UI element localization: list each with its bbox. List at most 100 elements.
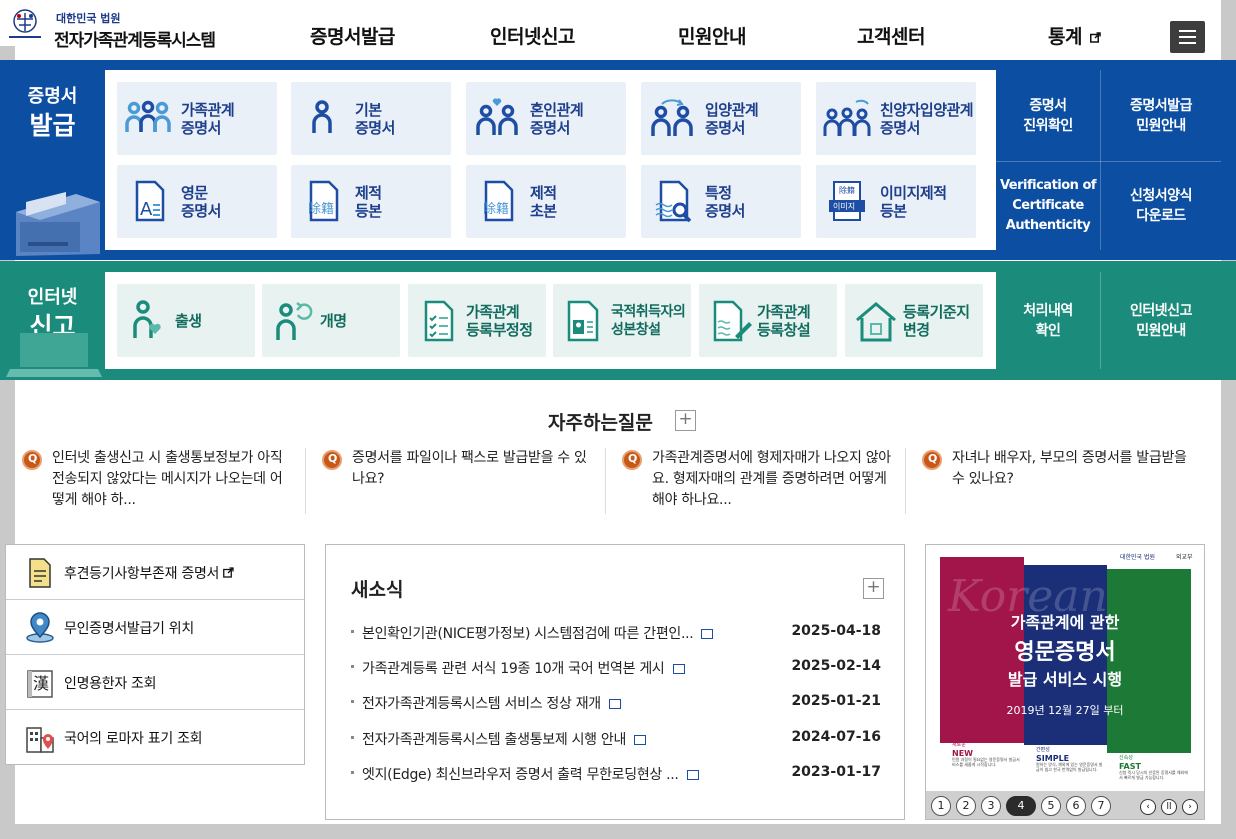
court-logo-icon[interactable] bbox=[3, 7, 47, 41]
faq-q-text: Q bbox=[628, 452, 638, 465]
faq-q-icon: Q bbox=[922, 450, 942, 470]
faq-item[interactable]: Q 가족관계증명서에 형제자매가 나오지 않아요. 형제자매의 관계를 증명하려… bbox=[622, 448, 912, 516]
page-dot[interactable]: 2 bbox=[956, 796, 976, 816]
tile-adoption-cert[interactable]: 입양관계 증명서 bbox=[641, 82, 801, 155]
tile-full-adoption-cert[interactable]: 친양자입양관계 증명서 bbox=[816, 82, 976, 155]
quick-link-text: 후견등기사항부존재 증명서 bbox=[64, 566, 220, 582]
side-line2: 민원안내 bbox=[1136, 322, 1186, 339]
tile-register-creation[interactable]: 가족관계 등록창설 bbox=[699, 284, 837, 357]
printer-icon bbox=[16, 192, 100, 256]
bullet bbox=[351, 771, 354, 774]
page-dot[interactable]: 1 bbox=[931, 796, 951, 816]
nav-label: 증명서발급 bbox=[310, 26, 395, 48]
tile-label: 영문 증명서 bbox=[181, 165, 221, 238]
person-icon bbox=[312, 100, 332, 133]
doc-search-icon bbox=[655, 180, 692, 223]
news-item[interactable]: 본인확인기관(NICE평가정보) 시스템점검에 따른 간편인... 2025-0… bbox=[351, 621, 881, 645]
next-icon[interactable]: › bbox=[1182, 799, 1198, 815]
tile-image-register-copy[interactable]: 除籍 이미지 이미지제적 등본 bbox=[816, 165, 976, 238]
side-line3: Authenticity bbox=[1005, 218, 1091, 233]
faq-item[interactable]: Q 증명서를 파일이나 팩스로 발급받을 수 있나요? bbox=[322, 448, 612, 516]
tile-line2: 증명서 bbox=[181, 118, 221, 137]
news-item[interactable]: 엣지(Edge) 최신브라우저 증명서 출력 무한로딩현상 ... 2023-0… bbox=[351, 762, 881, 786]
quick-link-guardianship[interactable]: 후견등기사항부존재 증명서 bbox=[6, 545, 304, 600]
cert-guide-button[interactable]: 증명서발급 민원안내 bbox=[1101, 70, 1221, 161]
news-title-text: 전자가족관계등록시스템 서비스 정상 재개 bbox=[362, 696, 601, 712]
document-icon bbox=[634, 735, 647, 745]
verify-cert-button[interactable]: 증명서 진위확인 bbox=[996, 70, 1100, 161]
tile-rename[interactable]: 개명 bbox=[262, 284, 400, 357]
tile-specific-cert[interactable]: 특정 증명서 bbox=[641, 165, 801, 238]
site-title[interactable]: 전자가족관계등록시스템 bbox=[54, 26, 216, 51]
tile-naturalized-surname[interactable]: 국적취득자의 성본창설 bbox=[553, 284, 691, 357]
faq-item[interactable]: Q 자녀나 배우자, 부모의 증명서를 발급받을 수 있나요? bbox=[922, 448, 1212, 516]
quick-links: 후견등기사항부존재 증명서 무인증명서발급기 위치 漢 인명용한자 조회 국어의… bbox=[5, 544, 305, 765]
faq-more-button[interactable]: + bbox=[675, 410, 696, 431]
location-pin-icon bbox=[26, 612, 54, 643]
removed-register-extract-icon: 除籍 bbox=[483, 180, 514, 222]
hamburger-menu-icon[interactable] bbox=[1170, 21, 1205, 53]
quick-link-kiosk-location[interactable]: 무인증명서발급기 위치 bbox=[6, 600, 304, 655]
quick-link-romanization[interactable]: 국어의 로마자 표기 조회 bbox=[6, 710, 304, 765]
nav-certificate[interactable]: 증명서발급 bbox=[310, 22, 395, 49]
tile-marriage-cert[interactable]: 혼인관계 증명서 bbox=[466, 82, 626, 155]
page-dot-active[interactable]: 4 bbox=[1006, 796, 1036, 816]
tile-line1: 영문 bbox=[181, 183, 208, 202]
side-line1: Verification of bbox=[999, 178, 1097, 193]
report-guide-button[interactable]: 인터넷신고 민원안내 bbox=[1101, 272, 1221, 369]
side-line1: 증명서발급 bbox=[1130, 97, 1192, 114]
tile-line1: 이미지제적 bbox=[880, 183, 947, 202]
tile-register-base-change[interactable]: 등록기준지 변경 bbox=[845, 284, 983, 357]
tile-removed-register-extract[interactable]: 除籍 제적 초본 bbox=[466, 165, 626, 238]
hanja-book-icon: 漢 bbox=[27, 670, 53, 698]
page-dot[interactable]: 7 bbox=[1091, 796, 1111, 816]
faq-q-text: Q bbox=[328, 452, 338, 465]
news-item[interactable]: 전자가족관계등록시스템 서비스 정상 재개 2025-01-21 bbox=[351, 691, 881, 715]
tile-english-cert[interactable]: A 영문 증명서 bbox=[117, 165, 277, 238]
form-download-button[interactable]: 신청서양식 다운로드 bbox=[1101, 162, 1221, 250]
tile-line2: 증명서 bbox=[181, 201, 221, 220]
tile-line1: 친양자입양관계 bbox=[880, 100, 974, 119]
verification-english-button[interactable]: Verification of Certificate Authenticity bbox=[996, 162, 1100, 250]
process-history-button[interactable]: 처리내역 확인 bbox=[996, 272, 1100, 369]
banner-slide[interactable]: Korean 대한민국 법원 외교부 가족관계에 관한 영문증명서 발급 서비스… bbox=[926, 545, 1204, 791]
news-item[interactable]: 가족관계등록 관련 서식 19종 10개 국어 번역본 게시 2025-02-1… bbox=[351, 656, 881, 680]
id-card-icon bbox=[567, 300, 599, 342]
page-dot[interactable]: 5 bbox=[1041, 796, 1061, 816]
news-item-title: 본인확인기관(NICE평가정보) 시스템점검에 따른 간편인... bbox=[362, 623, 714, 643]
quick-link-hanja-lookup[interactable]: 漢 인명용한자 조회 bbox=[6, 655, 304, 710]
page-dot[interactable]: 3 bbox=[981, 796, 1001, 816]
tile-label: 특정 증명서 bbox=[705, 165, 745, 238]
external-link-icon bbox=[223, 567, 234, 578]
tile-basic-cert[interactable]: 기본 증명서 bbox=[291, 82, 451, 155]
news-more-button[interactable]: + bbox=[863, 578, 884, 599]
page-dot[interactable]: 6 bbox=[1066, 796, 1086, 816]
tile-line1: 가족관계 bbox=[181, 100, 235, 119]
tile-label: 혼인관계 증명서 bbox=[530, 82, 584, 155]
quick-link-label: 국어의 로마자 표기 조회 bbox=[64, 731, 203, 747]
news-title: 새소식 bbox=[351, 579, 404, 601]
faq-title: 자주하는질문 bbox=[548, 412, 653, 434]
pause-icon[interactable]: ll bbox=[1161, 799, 1177, 815]
tile-register-correction[interactable]: 가족관계 등록부정정 bbox=[408, 284, 546, 357]
tile-removed-register-copy[interactable]: 除籍 제적 등본 bbox=[291, 165, 451, 238]
nav-customer-center[interactable]: 고객센터 bbox=[857, 22, 925, 49]
faq-q-icon: Q bbox=[622, 450, 642, 470]
tag-small: 새로운 bbox=[952, 741, 966, 748]
tile-label: 가족관계 증명서 bbox=[181, 82, 235, 155]
news-title-text: 엣지(Edge) 최신브라우저 증명서 출력 무한로딩현상 ... bbox=[362, 767, 679, 783]
nav-report[interactable]: 인터넷신고 bbox=[490, 22, 575, 49]
tile-line2: 증명서 bbox=[705, 118, 745, 137]
news-item[interactable]: 전자가족관계등록시스템 출생통보제 시행 안내 2024-07-16 bbox=[351, 727, 881, 751]
faq-q-text: Q bbox=[928, 452, 938, 465]
faq-question: 자녀나 배우자, 부모의 증명서를 발급받을 수 있나요? bbox=[952, 450, 1187, 487]
tile-birth[interactable]: 출생 bbox=[117, 284, 255, 357]
tile-label: 가족관계 등록부정정 bbox=[466, 284, 533, 357]
tile-family-relation-cert[interactable]: 가족관계 증명서 bbox=[117, 82, 277, 155]
nav-civil-guide[interactable]: 민원안내 bbox=[678, 22, 746, 49]
faq-q-icon: Q bbox=[322, 450, 342, 470]
tile-line2: 증명서 bbox=[355, 118, 395, 137]
faq-item[interactable]: Q 인터넷 출생신고 시 출생통보정보가 아직 전송되지 않았다는 메시지가 나… bbox=[22, 448, 312, 516]
nav-statistics[interactable]: 통계 bbox=[1048, 22, 1101, 49]
prev-icon[interactable]: ‹ bbox=[1140, 799, 1156, 815]
